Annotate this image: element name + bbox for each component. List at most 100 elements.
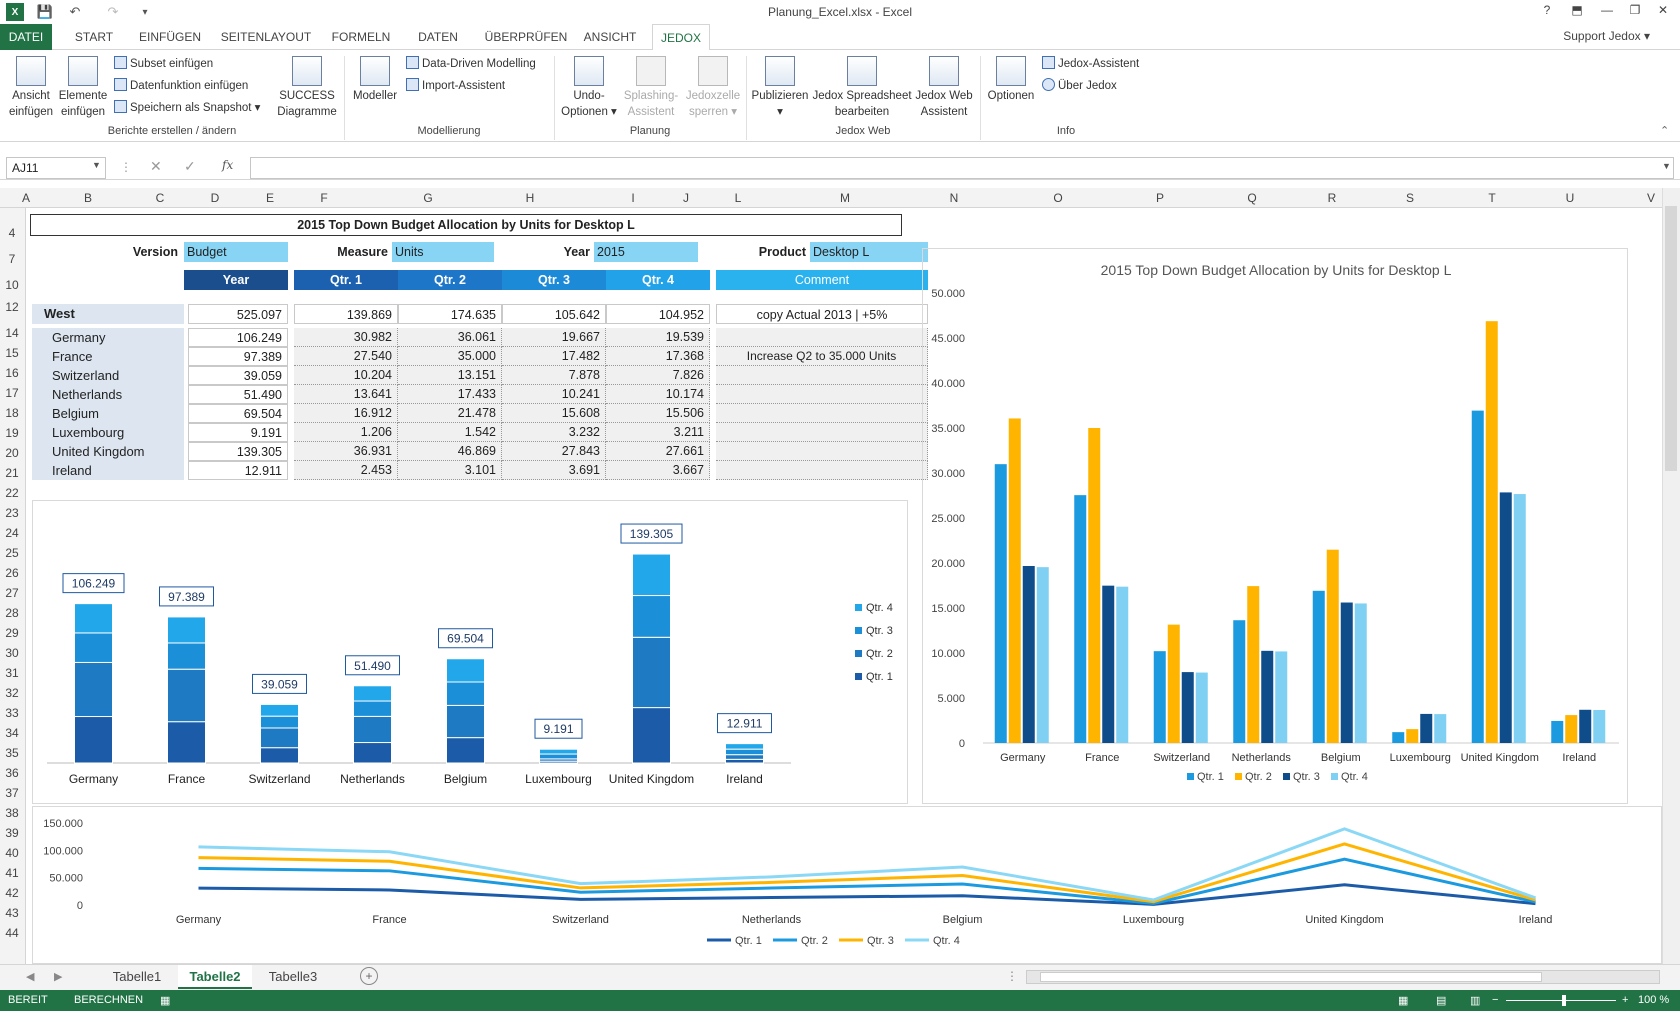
comment-cell[interactable] [716, 366, 928, 385]
modeller-button[interactable]: Modeller [348, 54, 402, 104]
comment-cell[interactable] [716, 423, 928, 442]
ansicht-einfuegen-button[interactable]: Ansicht einfügen [6, 54, 56, 120]
total-qtr4-cell[interactable]: 104.952 [606, 304, 710, 324]
quarter-cell[interactable]: 3.232 [502, 423, 606, 442]
tab-ueberpruefen[interactable]: ÜBERPRÜFEN [478, 24, 574, 50]
row-header[interactable]: 30 [0, 646, 24, 660]
quarter-cell[interactable]: 15.608 [502, 404, 606, 423]
quarter-cell[interactable]: 1.206 [294, 423, 398, 442]
page-break-view-icon[interactable]: ▥ [1470, 994, 1480, 1007]
row-header[interactable]: 20 [0, 446, 24, 460]
year-cell[interactable]: 97.389 [188, 347, 288, 366]
row-header[interactable]: 37 [0, 786, 24, 800]
year-cell[interactable]: 39.059 [188, 366, 288, 385]
row-header[interactable]: 34 [0, 726, 24, 740]
formula-input[interactable] [250, 157, 1674, 179]
column-header-i[interactable]: I [621, 191, 645, 205]
column-header-l[interactable]: L [726, 191, 750, 205]
column-header-e[interactable]: E [258, 191, 282, 205]
quarter-cell[interactable]: 7.878 [502, 366, 606, 385]
tab-start[interactable]: START [64, 24, 124, 50]
success-diagramme-button[interactable]: SUCCESS Diagramme [272, 54, 342, 120]
import-assistent-button[interactable]: Import-Assistent [406, 78, 505, 94]
tab-daten[interactable]: DATEN [408, 24, 468, 50]
splashing-assistent-button[interactable]: Splashing- Assistent [620, 54, 682, 120]
row-header[interactable]: 18 [0, 406, 24, 420]
year-cell[interactable]: 12.911 [188, 461, 288, 480]
line-chart[interactable]: 150.000 100.000 50.000 0 Germany France Switze… [32, 806, 1662, 964]
comment-cell[interactable] [716, 328, 928, 347]
row-header[interactable]: 36 [0, 766, 24, 780]
data-driven-modelling-button[interactable]: Data-Driven Modelling [406, 56, 536, 72]
row-header[interactable]: 26 [0, 566, 24, 580]
comment-cell[interactable] [716, 385, 928, 404]
row-header[interactable]: 28 [0, 606, 24, 620]
comment-cell[interactable]: Increase Q2 to 35.000 Units [716, 347, 928, 366]
column-header-h[interactable]: H [518, 191, 542, 205]
quarter-cell[interactable]: 10.241 [502, 385, 606, 404]
expand-formula-icon[interactable]: ▼ [1662, 161, 1671, 171]
column-header-v[interactable]: V [1639, 191, 1663, 205]
user-account[interactable]: Support Jedox ▾ [1563, 29, 1650, 43]
jedox-web-assistent-button[interactable]: Jedox Web Assistent [910, 54, 978, 120]
name-box[interactable]: AJ11 [6, 157, 106, 179]
tab-formeln[interactable]: FORMELN [326, 24, 396, 50]
tab-einfuegen[interactable]: EINFÜGEN [132, 24, 208, 50]
page-layout-view-icon[interactable]: ▤ [1436, 994, 1446, 1007]
status-calculate[interactable]: BERECHNEN [74, 994, 143, 1006]
quarter-cell[interactable]: 17.368 [606, 347, 710, 366]
column-header-r[interactable]: R [1320, 191, 1344, 205]
measure-input[interactable]: Units [392, 242, 494, 262]
column-header-t[interactable]: T [1480, 191, 1504, 205]
year-cell[interactable]: 9.191 [188, 423, 288, 442]
quarter-cell[interactable]: 35.000 [398, 347, 502, 366]
comment-cell[interactable] [716, 461, 928, 480]
quarter-cell[interactable]: 17.433 [398, 385, 502, 404]
macro-record-icon[interactable]: ▦ [160, 994, 170, 1007]
quarter-cell[interactable]: 46.869 [398, 442, 502, 461]
row-header[interactable]: 32 [0, 686, 24, 700]
row-header[interactable]: 42 [0, 886, 24, 900]
sheet-tab-tabelle2[interactable]: Tabelle2 [178, 965, 252, 989]
total-year-cell[interactable]: 525.097 [188, 304, 288, 324]
tab-ansicht[interactable]: ANSICHT [578, 24, 642, 50]
row-header[interactable]: 31 [0, 666, 24, 680]
total-qtr2-cell[interactable]: 174.635 [398, 304, 502, 324]
prev-sheet-icon[interactable]: ◀ [26, 970, 34, 983]
comment-cell[interactable] [716, 404, 928, 423]
column-header-o[interactable]: O [1046, 191, 1070, 205]
year-input[interactable]: 2015 [594, 242, 698, 262]
enter-icon[interactable]: ✓ [184, 158, 196, 175]
ribbon-display-button[interactable]: ⬒ [1566, 3, 1588, 21]
quarter-cell[interactable]: 27.843 [502, 442, 606, 461]
quarter-cell[interactable]: 21.478 [398, 404, 502, 423]
tab-seitenlayout[interactable]: SEITENLAYOUT [216, 24, 316, 50]
horizontal-scroll-thumb[interactable] [1040, 972, 1542, 982]
column-header-b[interactable]: B [76, 191, 100, 205]
column-header-n[interactable]: N [942, 191, 966, 205]
jedox-assistent-button[interactable]: Jedox-Assistent [1042, 56, 1139, 72]
publizieren-button[interactable]: Publizieren ▾ [748, 54, 812, 120]
zoom-out-icon[interactable]: − [1492, 994, 1498, 1006]
restore-button[interactable]: ❐ [1624, 3, 1646, 21]
clustered-bar-chart[interactable]: 2015 Top Down Budget Allocation by Units… [922, 248, 1628, 804]
quarter-cell[interactable]: 3.101 [398, 461, 502, 480]
quarter-cell[interactable]: 17.482 [502, 347, 606, 366]
zoom-slider-thumb[interactable] [1562, 995, 1566, 1006]
row-header[interactable]: 38 [0, 806, 24, 820]
row-header[interactable]: 27 [0, 586, 24, 600]
row-header[interactable]: 7 [0, 252, 24, 266]
year-cell[interactable]: 69.504 [188, 404, 288, 423]
zoom-slider[interactable] [1506, 1000, 1616, 1001]
snapshot-button[interactable]: Speichern als Snapshot ▾ [114, 100, 260, 116]
quarter-cell[interactable]: 27.540 [294, 347, 398, 366]
column-header-m[interactable]: M [833, 191, 857, 205]
sheet-tab-tabelle3[interactable]: Tabelle3 [256, 965, 330, 989]
row-header[interactable]: 19 [0, 426, 24, 440]
next-sheet-icon[interactable]: ▶ [54, 970, 62, 983]
ueber-jedox-button[interactable]: Über Jedox [1042, 78, 1117, 94]
zoom-in-icon[interactable]: + [1622, 994, 1628, 1006]
insert-function-icon[interactable]: fx [222, 158, 233, 172]
row-header[interactable]: 43 [0, 906, 24, 920]
row-header[interactable]: 23 [0, 506, 24, 520]
